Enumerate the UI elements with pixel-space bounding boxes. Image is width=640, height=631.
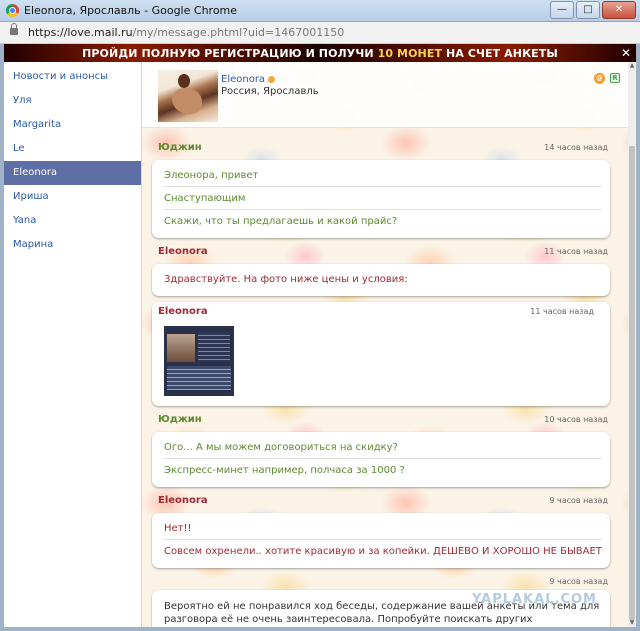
contact-name-row: Eleonora: [221, 74, 276, 85]
scroll-up-arrow-icon[interactable]: ▲: [628, 62, 636, 70]
message-time: 11 часов назад: [530, 307, 594, 316]
maximize-button[interactable]: □: [576, 1, 600, 19]
banner-text-highlight: 10 МОНЕТ: [377, 47, 443, 60]
close-window-button[interactable]: ✕: [602, 1, 636, 19]
sidebar-item-ulya[interactable]: Уля: [4, 89, 141, 113]
scrollbar-thumb[interactable]: [629, 146, 635, 620]
message-text: Скажи, что ты предлагаешь и какой прайс?: [164, 209, 602, 232]
message-text: Элеонора, привет: [164, 170, 259, 181]
message-text: Нет!!: [164, 523, 192, 534]
promo-banner-text: ПРОЙДИ ПОЛНУЮ РЕГИСТРАЦИЮ И ПОЛУЧИ 10 МО…: [4, 47, 636, 60]
sidebar-item-le[interactable]: Le: [4, 137, 141, 161]
chrome-logo-icon: [6, 4, 19, 17]
message-time: 11 часов назад: [544, 247, 608, 256]
message-text: Ого... А мы можем договориться на скидку…: [164, 442, 398, 453]
sidebar-item-marina[interactable]: Марина: [4, 233, 141, 257]
url-text[interactable]: https://love.mail.ru/my/message.phtml?ui…: [28, 26, 344, 39]
watermark: YAPLAKAL.COM: [472, 592, 597, 607]
sidebar-item-yana[interactable]: Yana: [4, 209, 141, 233]
photo-portrait: [167, 334, 195, 362]
lock-icon: [10, 23, 18, 35]
message-text: Экспресс-минет например, полчаса за 1000…: [164, 458, 602, 481]
message-header: Eleonora 11 часов назад: [152, 244, 624, 262]
photo-table-block: [167, 366, 231, 390]
message-header: Юджин 10 часов назад: [152, 412, 624, 430]
page-frame: Новости и анонсы Уля Margarita Le Eleono…: [4, 62, 636, 627]
message-thread: Юджин 14 часов назад Элеонора, привет Сн…: [152, 134, 624, 627]
banner-close-icon[interactable]: ✕: [621, 46, 631, 60]
system-notice-header: 9 часов назад: [152, 574, 624, 588]
message-text: Снаступающим: [164, 186, 602, 209]
message-author[interactable]: Юджин: [158, 414, 202, 425]
message-time: 9 часов назад: [549, 496, 608, 505]
message-author[interactable]: Eleonora: [158, 495, 208, 506]
conversation-list: Новости и анонсы Уля Margarita Le Eleono…: [4, 62, 142, 627]
price-photo-thumbnail[interactable]: [164, 326, 234, 396]
avatar[interactable]: [158, 70, 218, 122]
mailru-icon[interactable]: @: [594, 73, 605, 84]
system-notice-time: 9 часов назад: [549, 577, 608, 586]
promo-banner[interactable]: ПРОЙДИ ПОЛНУЮ РЕГИСТРАЦИЮ И ПОЛУЧИ 10 МО…: [4, 44, 636, 62]
message-time: 14 часов назад: [544, 143, 608, 152]
message-text: Совсем охренели.. хотите красивую и за к…: [164, 539, 602, 562]
url-host: https://love.mail.ru: [28, 26, 133, 39]
minimize-button[interactable]: —: [550, 1, 574, 19]
message-header: Юджин 14 часов назад: [152, 140, 624, 158]
message-time: 10 часов назад: [544, 415, 608, 424]
url-path: /my/message.phtml?uid=1467001150: [132, 26, 345, 39]
message-bubble: Нет!! Совсем охренели.. хотите красивую …: [152, 513, 610, 568]
sidebar-item-news[interactable]: Новости и анонсы: [4, 65, 141, 89]
message-author[interactable]: Eleonora: [158, 306, 208, 317]
banner-text-after: НА СЧЕТ АНКЕТЫ: [442, 47, 558, 60]
banner-text-before: ПРОЙДИ ПОЛНУЮ РЕГИСТРАЦИЮ И ПОЛУЧИ: [82, 47, 378, 60]
message-header: Eleonora 9 часов назад: [152, 493, 624, 511]
contact-location: Россия, Ярославль: [221, 86, 319, 97]
sidebar-item-irisha[interactable]: Ириша: [4, 185, 141, 209]
contact-header: Eleonora Россия, Ярославль @ R: [142, 62, 628, 128]
message-bubble: Здравствуйте. На фото ниже цены и услови…: [152, 264, 610, 296]
online-status-icon: [268, 75, 276, 83]
window-title: Eleonora, Ярославль - Google Chrome: [24, 4, 238, 17]
rss-icon[interactable]: R: [610, 73, 620, 83]
address-bar[interactable]: https://love.mail.ru/my/message.phtml?ui…: [0, 22, 640, 44]
message-bubble: Ого... А мы можем договориться на скидку…: [152, 432, 610, 487]
photo-text-block: [198, 332, 230, 362]
sidebar-item-margarita[interactable]: Margarita: [4, 113, 141, 137]
conversation-pane: Eleonora Россия, Ярославль @ R Юджин 14 …: [142, 62, 636, 627]
sidebar-item-eleonora[interactable]: Eleonora: [4, 161, 141, 185]
conversation-scrollbar[interactable]: ▲ ▼: [628, 62, 636, 627]
message-bubble: Элеонора, привет Снаступающим Скажи, что…: [152, 160, 610, 238]
message-text: Здравствуйте. На фото ниже цены и услови…: [164, 274, 408, 285]
message-bubble-photo: Eleonora 11 часов назад: [152, 302, 610, 406]
scroll-down-arrow-icon[interactable]: ▼: [628, 619, 636, 627]
window-titlebar: Eleonora, Ярославль - Google Chrome — □ …: [0, 0, 640, 22]
message-author[interactable]: Юджин: [158, 142, 202, 153]
contact-name[interactable]: Eleonora: [221, 74, 265, 85]
message-author[interactable]: Eleonora: [158, 246, 208, 257]
